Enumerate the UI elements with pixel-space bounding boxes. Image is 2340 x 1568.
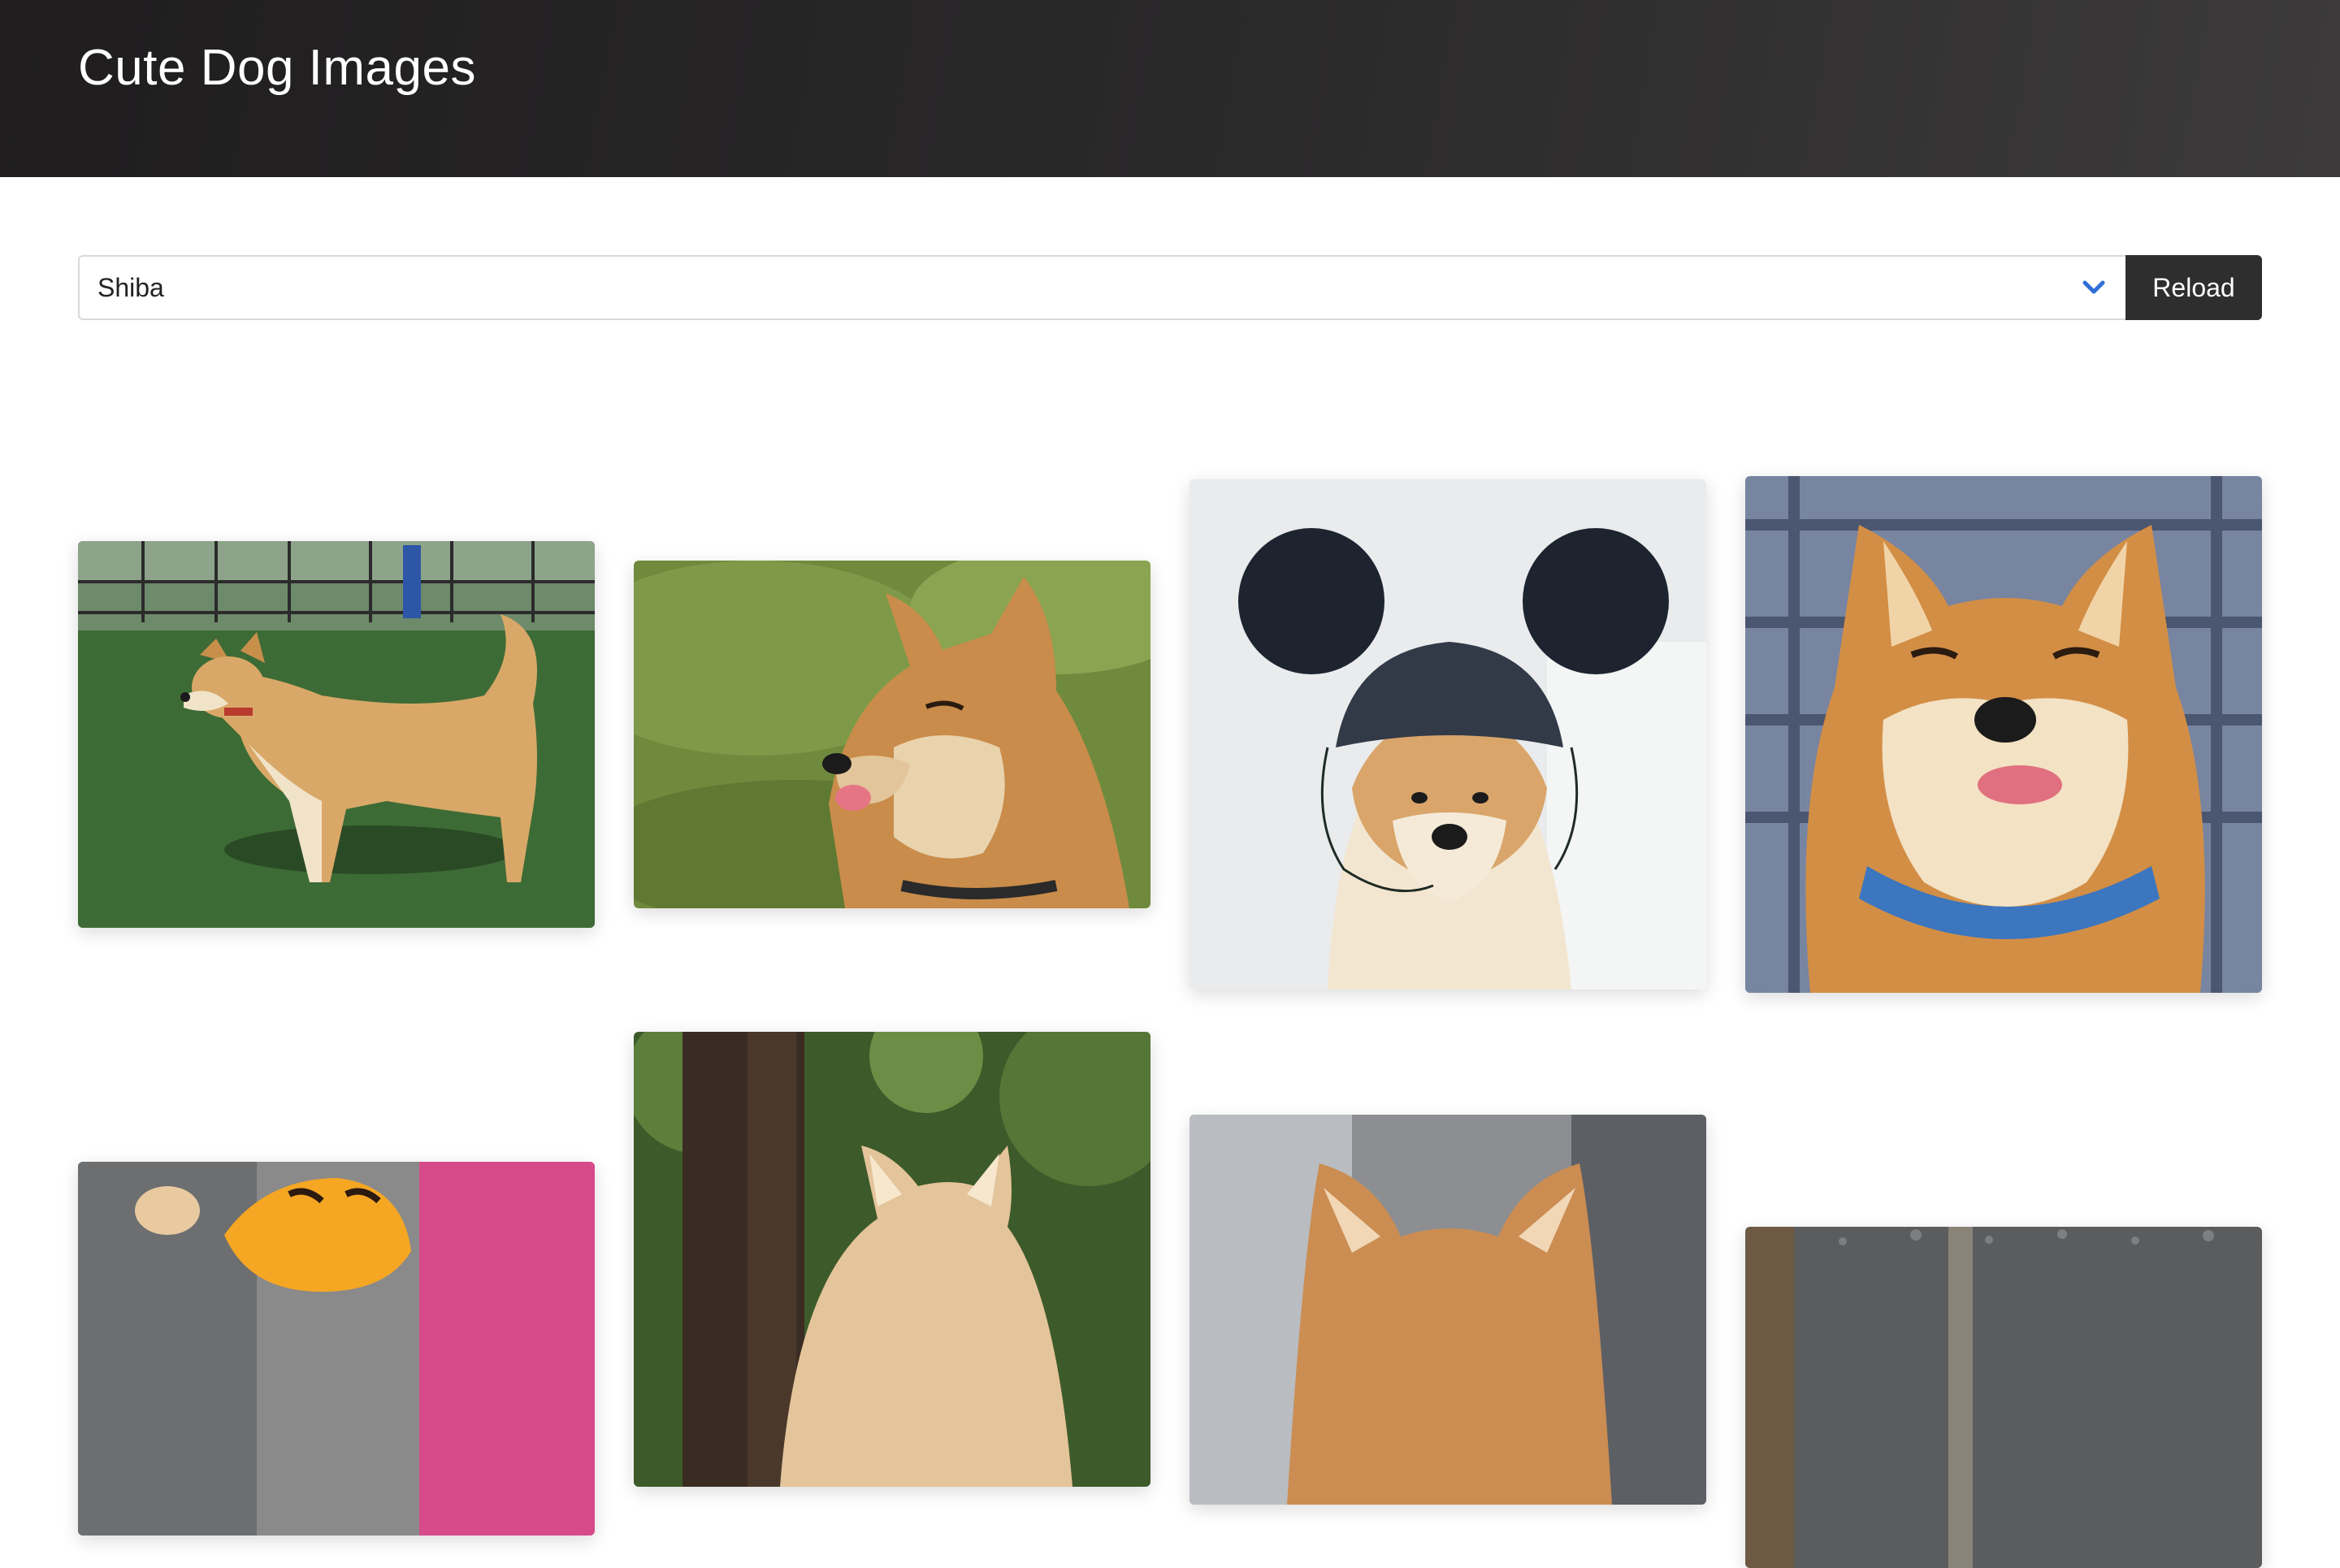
shiba-gravel-photo (1745, 1227, 2262, 1568)
dog-image-card[interactable] (1745, 1227, 2262, 1568)
breed-select[interactable]: Shiba (78, 255, 2126, 320)
shiba-with-pumpkin-photo (78, 1162, 595, 1536)
dog-image-card[interactable] (1745, 476, 2262, 993)
reload-button[interactable]: Reload (2126, 255, 2262, 320)
shiba-licking-lips-photo (634, 561, 1150, 908)
shiba-standing-on-grass-photo (78, 541, 595, 928)
breed-controls: Shiba Reload (78, 255, 2262, 320)
chevron-down-icon (2080, 274, 2108, 301)
dog-image-card[interactable] (78, 1162, 595, 1536)
image-gallery (0, 0, 2340, 1568)
dog-image-card[interactable] (1190, 1115, 1706, 1505)
breed-select-value: Shiba (98, 272, 164, 302)
dog-image-card[interactable] (78, 541, 595, 928)
shiba-ears-closeup-photo (1190, 1115, 1706, 1505)
app-header: Cute Dog Images (0, 0, 2340, 177)
page-title: Cute Dog Images (78, 40, 476, 96)
dog-image-card[interactable] (1190, 479, 1706, 990)
shiba-wearing-mouse-ear-hat-photo (1190, 479, 1706, 990)
shiba-blue-collar-tongue-photo (1745, 476, 2262, 993)
dog-image-card[interactable] (634, 1032, 1150, 1487)
shiba-in-forest-photo (634, 1032, 1150, 1487)
dog-image-card[interactable] (634, 561, 1150, 908)
